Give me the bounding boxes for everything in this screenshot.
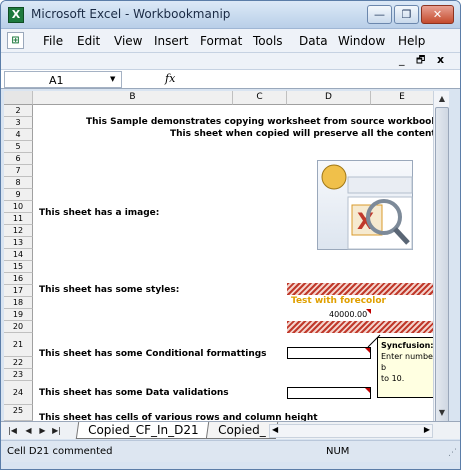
row-header[interactable]: 7 (4, 165, 33, 177)
column-header-d[interactable]: D (287, 91, 371, 105)
sheet-tab-copied-cf[interactable]: Copied_CF_In_D21 (75, 422, 211, 439)
scroll-right-icon[interactable]: ▶ (424, 425, 430, 434)
resize-grip-icon[interactable]: ⋰ (448, 448, 457, 458)
row-header[interactable]: 3 (4, 117, 33, 129)
minimize-button[interactable]: — (367, 5, 392, 24)
row-header[interactable]: 17 (4, 285, 33, 297)
next-sheet-icon[interactable]: ▶ (36, 424, 49, 437)
function-icon[interactable]: fx (165, 72, 175, 85)
header-line-1: This Sample demonstrates copying workshe… (86, 117, 433, 127)
window-title: Microsoft Excel - Workbookmanip (31, 7, 231, 21)
doc-minimize-button[interactable]: _ (399, 53, 405, 66)
row-header[interactable]: 9 (4, 189, 33, 201)
hatched-cell-bottom (287, 321, 433, 333)
menu-data[interactable]: Data (299, 34, 328, 48)
column-header-e[interactable]: E (371, 91, 433, 105)
doc-restore-button[interactable]: 🗗 (416, 53, 425, 70)
comment-indicator-icon (365, 388, 370, 393)
styled-number: 40000.00 (329, 310, 368, 319)
row-header[interactable]: 12 (4, 225, 33, 237)
restore-button[interactable]: ❐ (394, 5, 419, 24)
sheet-tab-label: Copied_CF_In_D21 (88, 423, 199, 437)
sheet-tab-copied[interactable]: Copied_ (205, 422, 278, 439)
title-bar[interactable]: X Microsoft Excel - Workbookmanip — ❐ ✕ (1, 1, 460, 29)
hatched-cell-top (287, 283, 433, 295)
menu-tools[interactable]: Tools (253, 34, 283, 48)
comment-box[interactable]: Syncfusion: Enter number b to 10. (377, 337, 433, 398)
scroll-down-icon[interactable]: ▼ (435, 406, 449, 420)
row-header[interactable]: 14 (4, 249, 33, 261)
menu-help[interactable]: Help (398, 34, 425, 48)
conditional-format-label: This sheet has some Conditional formatti… (39, 349, 267, 359)
first-sheet-icon[interactable]: |◀ (6, 424, 19, 437)
menu-bar: ⊞ File Edit View Insert Format Tools Dat… (1, 29, 460, 53)
row-header[interactable]: 2 (4, 105, 33, 117)
worksheet-grid[interactable]: B C D E 2 3 4 5 6 7 8 9 10 11 12 13 14 1… (4, 91, 433, 421)
row-header[interactable]: 20 (4, 321, 33, 333)
name-box-value: A1 (49, 74, 64, 87)
row-header[interactable]: 15 (4, 261, 33, 273)
row-header[interactable]: 21 (4, 333, 33, 357)
scroll-left-icon[interactable]: ◀ (272, 425, 278, 434)
scroll-up-icon[interactable]: ▲ (435, 92, 449, 106)
status-bar: Cell D21 commented NUM ⋰ (1, 440, 460, 462)
header-line-2: This sheet when copied will preserve all… (170, 129, 433, 139)
row-header[interactable]: 6 (4, 153, 33, 165)
comment-author: Syncfusion: (381, 341, 433, 350)
row-header[interactable]: 4 (4, 129, 33, 141)
styled-forecolor-text: Test with forecolor (291, 296, 386, 306)
last-sheet-icon[interactable]: ▶| (50, 424, 63, 437)
comment-line-1: Enter number b (381, 352, 433, 372)
row-header[interactable]: 16 (4, 273, 33, 285)
menu-insert[interactable]: Insert (154, 34, 188, 48)
row-header[interactable]: 25 (4, 405, 33, 421)
svg-text:X: X (357, 210, 374, 235)
formula-input[interactable] (186, 71, 456, 88)
excel-window: X Microsoft Excel - Workbookmanip — ❐ ✕ … (0, 0, 461, 470)
excel-icon: X (8, 7, 24, 23)
formula-bar: A1 ▼ fx (1, 69, 460, 89)
cell-d21[interactable] (287, 347, 371, 359)
menu-edit[interactable]: Edit (77, 34, 100, 48)
select-all-corner[interactable] (4, 91, 33, 105)
row-header[interactable]: 8 (4, 177, 33, 189)
status-num-indicator: NUM (326, 446, 350, 457)
row-header[interactable]: 13 (4, 237, 33, 249)
row-header[interactable]: 19 (4, 309, 33, 321)
menu-grip-icon: ⊞ (7, 32, 24, 49)
column-header-b[interactable]: B (33, 91, 233, 105)
row-header[interactable]: 11 (4, 213, 33, 225)
row-header[interactable]: 24 (4, 381, 33, 405)
comment-indicator-icon (366, 309, 371, 314)
previous-sheet-icon[interactable]: ◀ (22, 424, 35, 437)
row-header[interactable]: 22 (4, 357, 33, 369)
sheet-tab-bar: |◀ ◀ ▶ ▶| Copied_CF_In_D21 Copied_ ◀ ▶ (1, 421, 460, 439)
row-header[interactable]: 18 (4, 297, 33, 309)
styles-label: This sheet has some styles: (39, 285, 180, 295)
menu-file[interactable]: File (43, 34, 63, 48)
status-message: Cell D21 commented (7, 446, 113, 457)
name-box[interactable]: A1 ▼ (4, 71, 122, 88)
column-header-c[interactable]: C (233, 91, 287, 105)
excel-logo-image: X (317, 160, 413, 250)
vertical-scrollbar[interactable]: ▲ ▼ (433, 91, 449, 425)
cell-d24[interactable] (287, 387, 371, 399)
image-label: This sheet has a image: (39, 208, 160, 218)
comment-line-2: to 10. (381, 374, 405, 383)
row-header[interactable]: 5 (4, 141, 33, 153)
chevron-down-icon[interactable]: ▼ (110, 75, 115, 83)
row-height-label: This sheet has cells of various rows and… (39, 413, 318, 421)
menu-format[interactable]: Format (200, 34, 242, 48)
row-header[interactable]: 23 (4, 369, 33, 381)
horizontal-scrollbar[interactable]: ◀ ▶ (269, 424, 433, 438)
menu-window[interactable]: Window (338, 34, 385, 48)
scroll-thumb[interactable] (435, 107, 449, 425)
doc-controls: _ 🗗 x (1, 53, 460, 69)
close-button[interactable]: ✕ (421, 5, 454, 24)
menu-view[interactable]: View (114, 34, 142, 48)
row-header[interactable]: 10 (4, 201, 33, 213)
doc-close-button[interactable]: x (437, 53, 444, 66)
data-validation-label: This sheet has some Data validations (39, 388, 229, 398)
sheet-tab-label: Copied_ (218, 423, 266, 437)
